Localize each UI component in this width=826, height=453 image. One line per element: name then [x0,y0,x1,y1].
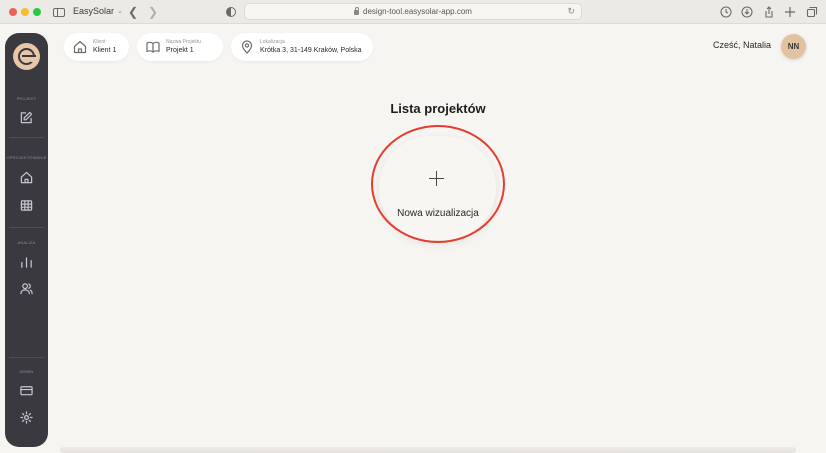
history-icon[interactable] [719,4,733,20]
sidebar: PROJEKT OPROJEKTOWANIE ANALIZA ADMIN [5,33,48,447]
home-icon [73,40,87,54]
minimize-window-button[interactable] [21,8,29,16]
client-selector[interactable]: Klient Klient 1 [64,33,129,61]
zoom-window-button[interactable] [33,8,41,16]
user-avatar[interactable]: NN [781,34,806,59]
location-pin-icon [241,40,253,54]
section-divider [9,357,44,358]
tab-overview-icon[interactable] [805,4,819,20]
page-title: Lista projektów [390,101,486,116]
share-icon[interactable] [762,4,776,20]
section-label-analysis: ANALIZA [17,240,36,245]
forward-icon[interactable]: ❯ [147,4,159,20]
credit-card-icon[interactable] [19,383,34,398]
project-value: Projekt 1 [166,47,194,54]
section-label-project: PROJEKT [16,96,37,101]
back-icon[interactable]: ❮ [127,4,139,20]
edit-project-icon[interactable] [19,110,34,125]
window-bottom-edge [60,447,796,453]
new-visualization-label: Nowa wizualizacja [397,208,479,219]
client-value: Klient 1 [93,47,117,54]
home-icon[interactable] [19,170,34,185]
browser-toolbar: EasySolar ⌄ ❮ ❯ design-tool.easysolar-ap… [0,0,826,24]
bar-chart-icon[interactable] [19,255,34,270]
project-label: Nazwa Projektu [166,39,202,45]
chevron-down-icon: ⌄ [117,8,123,15]
settings-gear-icon[interactable] [19,410,34,425]
solar-panel-icon[interactable] [19,198,34,213]
section-label-admin: ADMIN [19,369,34,374]
reload-icon[interactable]: ↻ [567,6,575,17]
section-divider [9,227,44,228]
url-text: design-tool.easysolar-app.com [363,7,472,16]
new-tab-icon[interactable] [783,4,797,20]
tab-group-selector[interactable]: EasySolar ⌄ [73,6,123,16]
easysolar-logo[interactable] [13,43,40,70]
user-greeting: Cześć, Natalia [713,40,772,50]
tab-title: EasySolar [73,6,115,16]
book-icon [146,41,160,53]
project-name-selector[interactable]: Nazwa Projektu Projekt 1 [137,33,223,61]
address-bar[interactable]: design-tool.easysolar-app.com ↻ [244,3,582,20]
location-label: Lokalizacja [260,39,285,45]
new-visualization-button[interactable] [379,136,496,240]
section-divider [9,137,44,138]
users-icon[interactable] [19,281,34,296]
location-selector[interactable]: Lokalizacja Krótka 3, 31-149 Kraków, Pol… [231,33,373,61]
lock-icon [354,7,360,15]
section-label-design: OPROJEKTOWANIE [6,155,47,160]
sidebar-toggle-icon[interactable] [52,4,66,20]
privacy-shield-icon[interactable] [225,4,237,20]
downloads-icon[interactable] [740,4,754,20]
location-value: Krótka 3, 31-149 Kraków, Polska [260,47,362,54]
close-window-button[interactable] [9,8,17,16]
plus-icon [428,170,445,187]
client-label: Klient [93,39,106,45]
